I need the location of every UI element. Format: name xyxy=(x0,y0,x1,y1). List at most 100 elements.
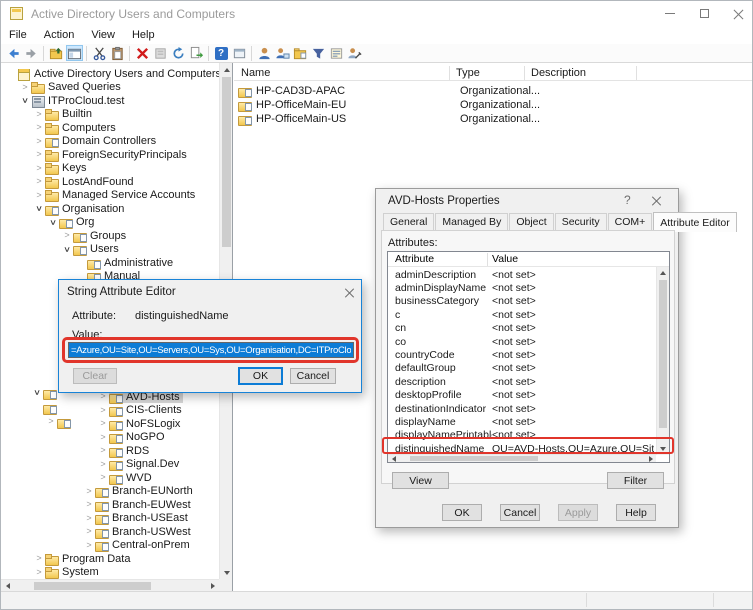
tab-general[interactable]: General xyxy=(383,213,434,231)
new-window-icon[interactable] xyxy=(231,45,248,61)
attribute-row[interactable]: description<not set> xyxy=(388,375,654,388)
chevron-icon[interactable] xyxy=(33,109,45,120)
scroll-right-icon[interactable] xyxy=(646,454,655,463)
chevron-icon[interactable] xyxy=(19,82,31,93)
chevron-icon[interactable] xyxy=(97,472,109,483)
column-divider[interactable] xyxy=(449,66,450,80)
tab-com-plus[interactable]: COM+ xyxy=(608,213,653,231)
scroll-left-icon[interactable] xyxy=(389,454,398,463)
attributes-horizontal-scrollbar[interactable] xyxy=(388,454,656,462)
tree-item-users[interactable]: Users xyxy=(1,243,219,257)
ok-button[interactable]: OK xyxy=(442,504,482,521)
attribute-row[interactable]: displayName<not set> xyxy=(388,415,654,428)
attribute-row[interactable]: adminDescription<not set> xyxy=(388,268,654,281)
attribute-row[interactable]: desktopProfile<not set> xyxy=(388,389,654,402)
ok-button[interactable]: OK xyxy=(238,367,283,385)
cancel-button[interactable]: Cancel xyxy=(290,368,336,384)
tree-item-keys[interactable]: Keys xyxy=(1,162,219,176)
tab-object[interactable]: Object xyxy=(509,213,553,231)
menu-file[interactable]: File xyxy=(9,28,36,43)
delete-icon[interactable] xyxy=(134,45,151,61)
tree-item-nofslogix[interactable]: NoFSLogix xyxy=(1,417,219,431)
tree-item-program-data[interactable]: Program Data xyxy=(1,552,219,566)
scroll-right-icon[interactable] xyxy=(207,580,218,591)
delegation-icon[interactable] xyxy=(346,45,363,61)
cut-icon[interactable] xyxy=(91,45,108,61)
chevron-icon[interactable] xyxy=(97,459,109,470)
list-row[interactable]: HP-OfficeMain-EUOrganizational... xyxy=(238,98,738,112)
attribute-row[interactable]: co<not set> xyxy=(388,335,654,348)
attribute-row[interactable]: adminDisplayName<not set> xyxy=(388,281,654,294)
tree-item-root[interactable]: Active Directory Users and Computers [AD… xyxy=(1,67,219,81)
chevron-icon[interactable] xyxy=(83,540,95,551)
attribute-row[interactable]: c<not set> xyxy=(388,308,654,321)
refresh-icon[interactable] xyxy=(170,45,187,61)
chevron-icon[interactable] xyxy=(33,122,45,133)
menu-action[interactable]: Action xyxy=(44,28,84,43)
up-one-level-icon[interactable] xyxy=(48,45,65,61)
apply-button[interactable]: Apply xyxy=(558,504,598,521)
filter-button[interactable]: Filter xyxy=(607,472,664,489)
tree-item-nogpo[interactable]: NoGPO xyxy=(1,431,219,445)
dialog-help-icon[interactable]: ? xyxy=(624,193,631,207)
chevron-icon[interactable] xyxy=(97,445,109,456)
scrollbar-thumb[interactable] xyxy=(222,77,231,247)
chevron-icon[interactable] xyxy=(33,190,45,201)
attribute-row[interactable]: destinationIndicator<not set> xyxy=(388,402,654,415)
chevron-icon[interactable] xyxy=(97,418,109,429)
chevron-icon[interactable] xyxy=(33,567,45,578)
tree-item-administrative[interactable]: Administrative xyxy=(1,256,219,270)
chevron-icon[interactable] xyxy=(83,513,95,524)
new-group-icon[interactable] xyxy=(274,45,291,61)
tree-item-central-onprem[interactable]: Central-onPrem xyxy=(1,539,219,553)
tree-item-branch-uswest[interactable]: Branch-USWest xyxy=(1,525,219,539)
attribute-row[interactable]: displayNamePrintable<not set> xyxy=(388,429,654,442)
chevron-icon[interactable] xyxy=(83,486,95,497)
chevron-icon[interactable] xyxy=(61,230,73,241)
scroll-left-icon[interactable] xyxy=(2,580,13,591)
column-header-name[interactable]: Name xyxy=(241,67,270,79)
chevron-icon[interactable] xyxy=(83,526,95,537)
scrollbar-thumb[interactable] xyxy=(34,582,151,590)
chevron-icon[interactable] xyxy=(33,203,45,214)
tree-item-system[interactable]: System xyxy=(1,566,219,580)
column-divider[interactable] xyxy=(487,253,488,266)
tree-item-signal-dev[interactable]: Signal.Dev xyxy=(1,458,219,472)
chevron-icon[interactable] xyxy=(83,499,95,510)
minimize-button[interactable] xyxy=(653,1,687,26)
chevron-icon[interactable] xyxy=(33,136,45,147)
tree-item-branch-useast[interactable]: Branch-USEast xyxy=(1,512,219,526)
show-console-tree-icon[interactable] xyxy=(66,45,83,61)
attribute-row[interactable]: businessCategory<not set> xyxy=(388,295,654,308)
tree-item-builtin[interactable]: Builtin xyxy=(1,108,219,122)
tab-managed-by[interactable]: Managed By xyxy=(435,213,508,231)
attr-column-header[interactable]: Attribute xyxy=(395,253,434,265)
tree-item-domain-controllers[interactable]: Domain Controllers xyxy=(1,135,219,149)
maximize-button[interactable] xyxy=(687,1,721,26)
scrollbar-thumb[interactable] xyxy=(410,456,538,461)
tab-attribute-editor[interactable]: Attribute Editor xyxy=(653,212,736,232)
tree-item-branch-eunorth[interactable]: Branch-EUNorth xyxy=(1,485,219,499)
scroll-up-icon[interactable] xyxy=(220,64,233,75)
attribute-row[interactable]: cn<not set> xyxy=(388,322,654,335)
scroll-down-icon[interactable] xyxy=(657,444,669,454)
cancel-button[interactable]: Cancel xyxy=(500,504,540,521)
column-divider[interactable] xyxy=(524,66,525,80)
chevron-icon[interactable] xyxy=(33,149,45,160)
attribute-row[interactable]: countryCode<not set> xyxy=(388,348,654,361)
chevron-icon[interactable] xyxy=(33,176,45,187)
chevron-icon[interactable] xyxy=(97,405,109,416)
back-icon[interactable] xyxy=(5,45,22,61)
tab-security[interactable]: Security xyxy=(555,213,607,231)
attributes-vertical-scrollbar[interactable] xyxy=(656,267,669,455)
list-row[interactable]: HP-CAD3D-APACOrganizational... xyxy=(238,84,738,98)
new-organizational-unit-icon[interactable] xyxy=(292,45,309,61)
tree-item-wvd[interactable]: WVD xyxy=(1,471,219,485)
scroll-up-icon[interactable] xyxy=(657,268,669,278)
tree-item-lostandfound[interactable]: LostAndFound xyxy=(1,175,219,189)
tree-item-rds[interactable]: RDS xyxy=(1,444,219,458)
menu-help[interactable]: Help xyxy=(132,28,164,43)
attribute-row[interactable]: defaultGroup<not set> xyxy=(388,362,654,375)
tree-item-domain[interactable]: ITProCloud.test xyxy=(1,94,219,108)
view-button[interactable]: View xyxy=(392,472,449,489)
